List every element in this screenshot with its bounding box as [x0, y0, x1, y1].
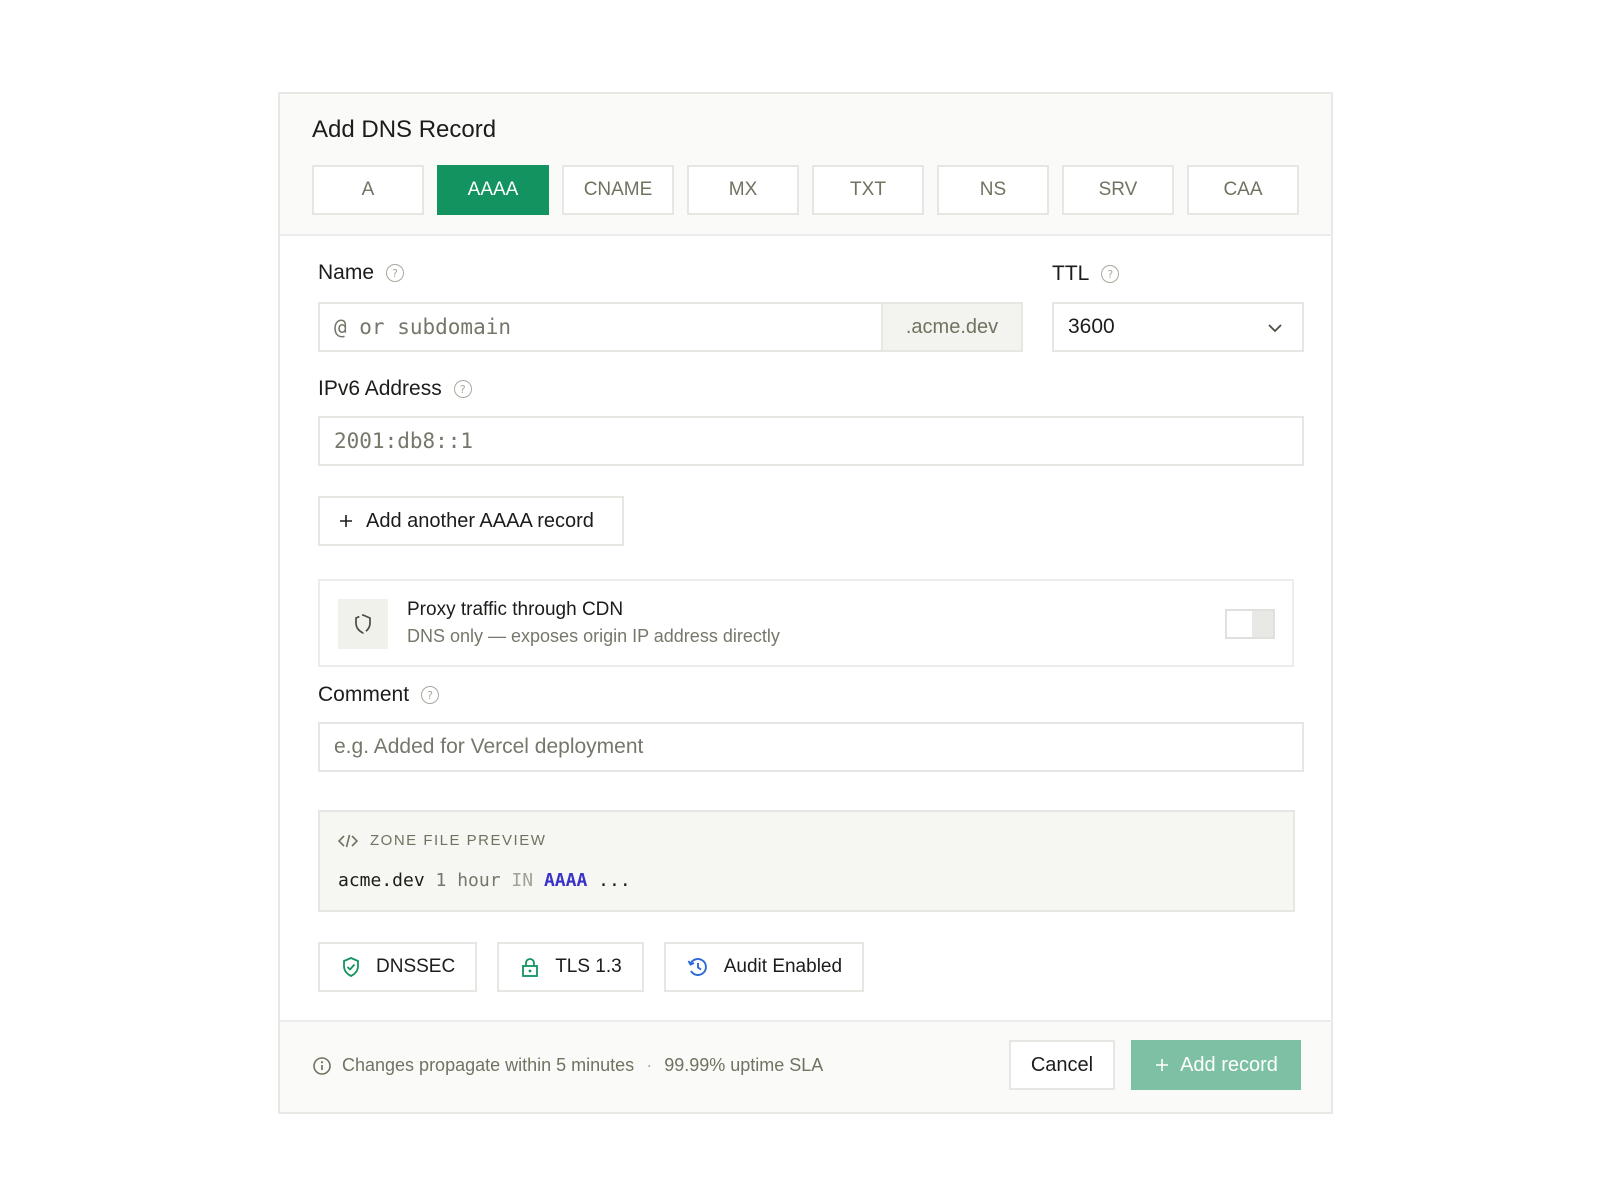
comment-input[interactable]: e.g. Added for Vercel deployment: [318, 722, 1304, 772]
chevron-down-icon: [1268, 324, 1282, 333]
preview-type: AAAA: [543, 870, 588, 891]
audit-badge: Audit Enabled: [663, 942, 865, 992]
comment-help-icon[interactable]: ?: [421, 686, 440, 704]
comment-placeholder: e.g. Added for Vercel deployment: [334, 735, 644, 758]
preview-class: IN: [511, 870, 534, 891]
ipv6-label-group: IPv6 Address ?: [318, 377, 472, 401]
footer-info: Changes propagate within 5 minutes · 99.…: [312, 1055, 823, 1076]
dialog-title: Add DNS Record: [312, 116, 497, 143]
tls-label: TLS 1.3: [555, 956, 622, 977]
ipv6-help-icon[interactable]: ?: [453, 380, 472, 398]
cancel-button[interactable]: Cancel: [1009, 1040, 1115, 1090]
add-dns-record-dialog: Add DNS Record A AAAA CNAME MX TXT NS SR…: [278, 92, 1333, 1114]
tab-mx[interactable]: MX: [687, 165, 799, 215]
lock-icon: [522, 958, 539, 977]
sla-text: 99.99% uptime SLA: [664, 1055, 824, 1075]
shield-check-icon: [343, 957, 359, 977]
preview-host: acme.dev: [338, 870, 425, 891]
preview-heading-group: ZONE FILE PREVIEW: [338, 832, 546, 849]
audit-label: Audit Enabled: [723, 956, 843, 977]
ipv6-input[interactable]: 2001:db8::1: [318, 416, 1304, 466]
name-label: Name: [318, 261, 375, 284]
ttl-label: TTL: [1052, 262, 1090, 285]
preview-code: acme.dev 1 hour IN AAAA ...: [338, 870, 631, 891]
preview-rest: ...: [598, 870, 631, 891]
tab-aaaa[interactable]: AAAA: [437, 165, 549, 215]
tab-a[interactable]: A: [312, 165, 424, 215]
dnssec-label: DNSSEC: [376, 956, 456, 977]
tab-txt[interactable]: TXT: [812, 165, 924, 215]
preview-heading: ZONE FILE PREVIEW: [370, 832, 547, 849]
plus-icon: [340, 515, 352, 527]
add-another-record-button[interactable]: Add another AAAA record: [318, 496, 624, 546]
security-badges: DNSSEC TLS 1.3 Audit Enabled: [318, 942, 865, 992]
ttl-label-group: TTL ?: [1052, 262, 1120, 286]
dialog-header: Add DNS Record A AAAA CNAME MX TXT NS SR…: [280, 94, 1331, 236]
add-another-label: Add another AAAA record: [366, 509, 594, 532]
ipv6-placeholder: 2001:db8::1: [334, 429, 474, 453]
shield-icon: [338, 599, 388, 649]
name-input[interactable]: @ or subdomain .acme.dev: [318, 302, 1023, 352]
proxy-title: Proxy traffic through CDN: [407, 599, 624, 620]
history-icon: [687, 958, 707, 976]
record-type-tabs: A AAAA CNAME MX TXT NS SRV CAA: [312, 165, 1299, 215]
tls-badge: TLS 1.3: [497, 942, 644, 992]
info-icon: [313, 1056, 331, 1075]
comment-label: Comment: [318, 683, 410, 706]
ttl-select[interactable]: 3600: [1052, 302, 1304, 352]
tab-cname[interactable]: CNAME: [562, 165, 674, 215]
domain-suffix: .acme.dev: [881, 304, 1021, 350]
name-placeholder: @ or subdomain: [334, 315, 512, 339]
zone-file-preview: ZONE FILE PREVIEW acme.dev 1 hour IN AAA…: [318, 810, 1295, 912]
tab-srv[interactable]: SRV: [1062, 165, 1174, 215]
proxy-toggle[interactable]: [1225, 609, 1275, 639]
add-record-button[interactable]: Add record: [1131, 1040, 1301, 1090]
dialog-footer: Changes propagate within 5 minutes · 99.…: [280, 1020, 1331, 1112]
comment-label-group: Comment ?: [318, 683, 440, 707]
plus-icon: [1156, 1059, 1169, 1071]
name-help-icon[interactable]: ?: [386, 264, 405, 282]
ttl-value: 3600: [1068, 315, 1115, 338]
proxy-subtitle: DNS only — exposes origin IP address dir…: [407, 626, 780, 646]
separator-dot: ·: [646, 1055, 653, 1075]
name-label-group: Name ?: [318, 261, 405, 285]
toggle-knob: [1227, 611, 1252, 637]
proxy-cdn-card: Proxy traffic through CDN DNS only — exp…: [318, 579, 1294, 667]
dnssec-badge: DNSSEC: [318, 942, 478, 992]
add-record-label: Add record: [1180, 1053, 1278, 1076]
tab-caa[interactable]: CAA: [1187, 165, 1299, 215]
tab-ns[interactable]: NS: [937, 165, 1049, 215]
ipv6-label: IPv6 Address: [318, 377, 442, 400]
preview-ttl: 1 hour: [435, 870, 501, 891]
propagation-text: Changes propagate within 5 minutes: [342, 1055, 635, 1075]
ttl-help-icon[interactable]: ?: [1101, 265, 1120, 283]
code-icon: [338, 834, 358, 847]
